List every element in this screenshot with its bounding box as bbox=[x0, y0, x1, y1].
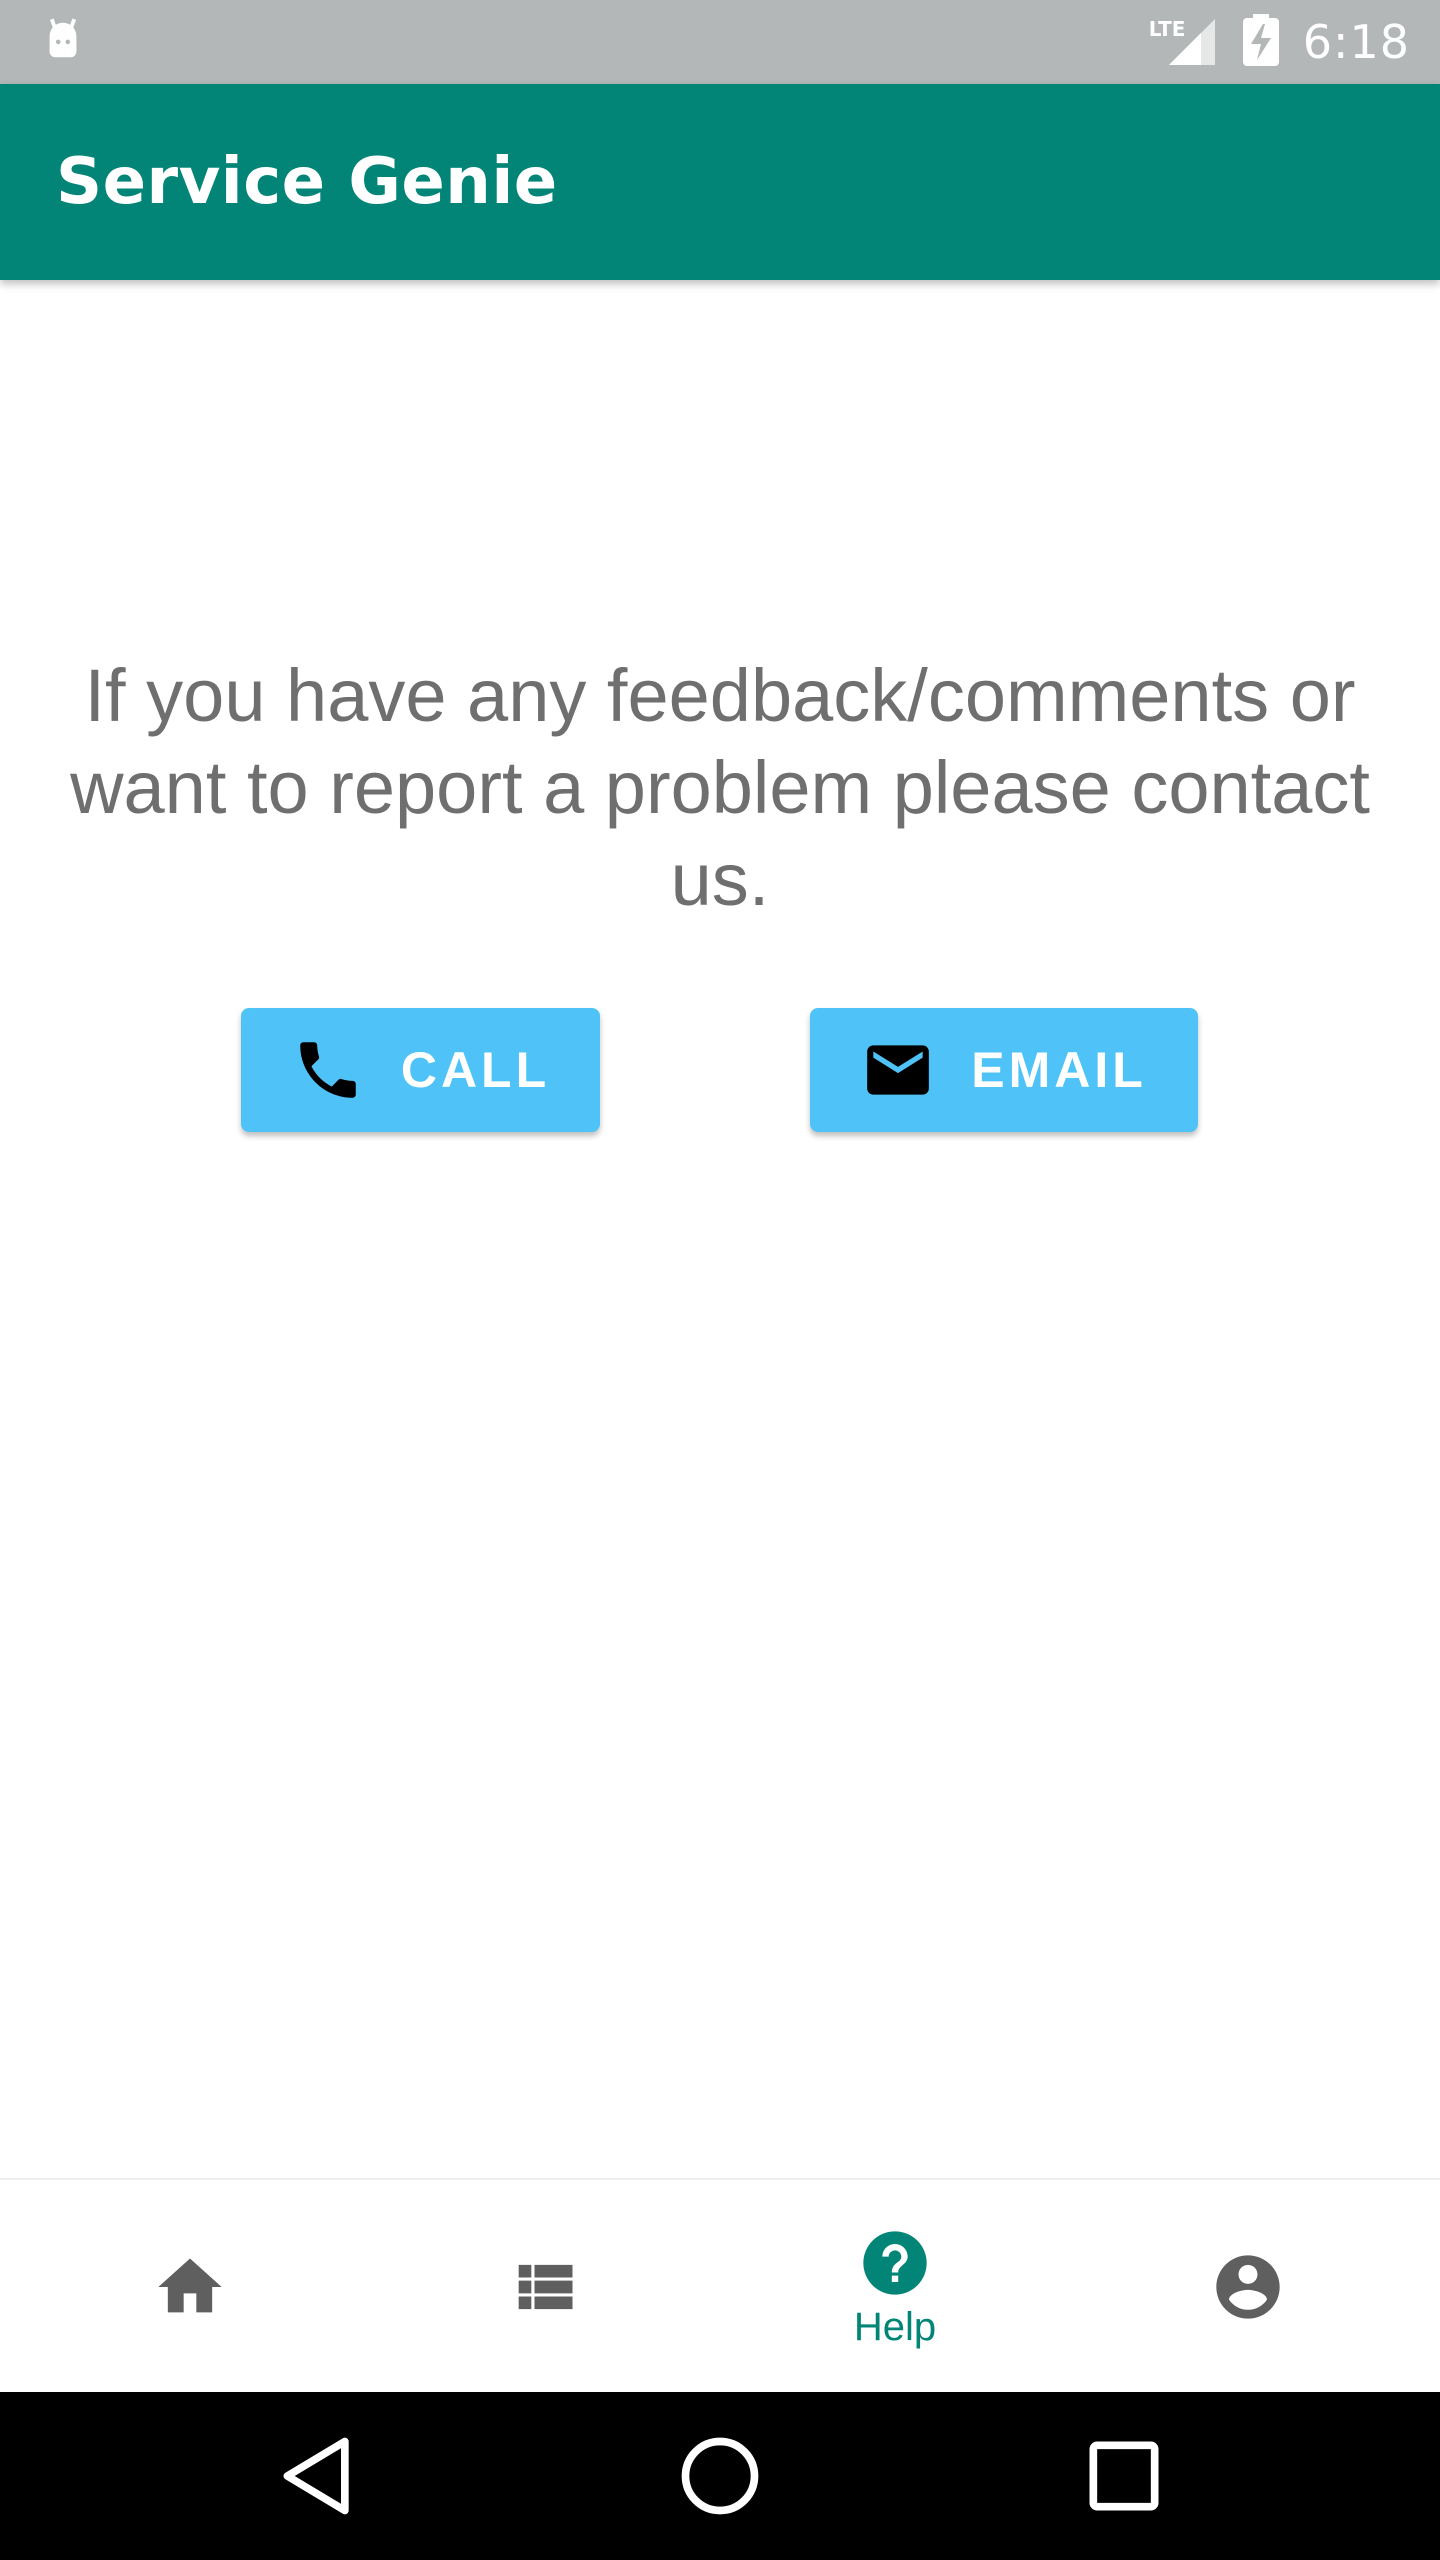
bottom-navigation: Help bbox=[0, 2178, 1440, 2392]
back-icon[interactable] bbox=[272, 2430, 364, 2522]
android-notification-icon bbox=[40, 17, 86, 67]
app-bar: Service Genie bbox=[0, 84, 1440, 280]
email-button-label: EMAIL bbox=[971, 1042, 1147, 1098]
mail-icon bbox=[867, 1045, 930, 1095]
app-title: Service Genie bbox=[56, 145, 558, 219]
phone-icon bbox=[300, 1042, 356, 1098]
signal-icon: LTE bbox=[1149, 15, 1219, 69]
help-icon bbox=[863, 2230, 927, 2295]
home-icon bbox=[158, 2258, 222, 2313]
status-bar: LTE 6:18 bbox=[0, 0, 1440, 84]
status-icons: LTE 6:18 bbox=[1149, 14, 1410, 70]
nav-item-home[interactable] bbox=[10, 2180, 370, 2394]
recents-icon[interactable] bbox=[1078, 2430, 1170, 2522]
battery-charging-icon bbox=[1242, 14, 1279, 70]
nav-item-list[interactable] bbox=[364, 2180, 724, 2394]
home-button-icon[interactable] bbox=[674, 2430, 766, 2522]
system-navigation-bar bbox=[0, 2392, 1440, 2560]
help-screen: LTE 6:18 Service Genie If you have any f… bbox=[0, 0, 1440, 2560]
email-button[interactable]: EMAIL bbox=[810, 1008, 1198, 1132]
nav-label-help: Help bbox=[853, 2304, 937, 2349]
nav-item-account[interactable] bbox=[1068, 2180, 1428, 2394]
call-button[interactable]: CALL bbox=[241, 1008, 600, 1132]
status-time: 6:18 bbox=[1302, 15, 1410, 69]
nav-item-help[interactable]: Help bbox=[715, 2180, 1075, 2394]
account-icon bbox=[1216, 2255, 1280, 2319]
call-button-label: CALL bbox=[400, 1042, 551, 1098]
help-message: If you have any feedback/comments or wan… bbox=[70, 654, 1370, 921]
list-icon bbox=[518, 2264, 573, 2310]
